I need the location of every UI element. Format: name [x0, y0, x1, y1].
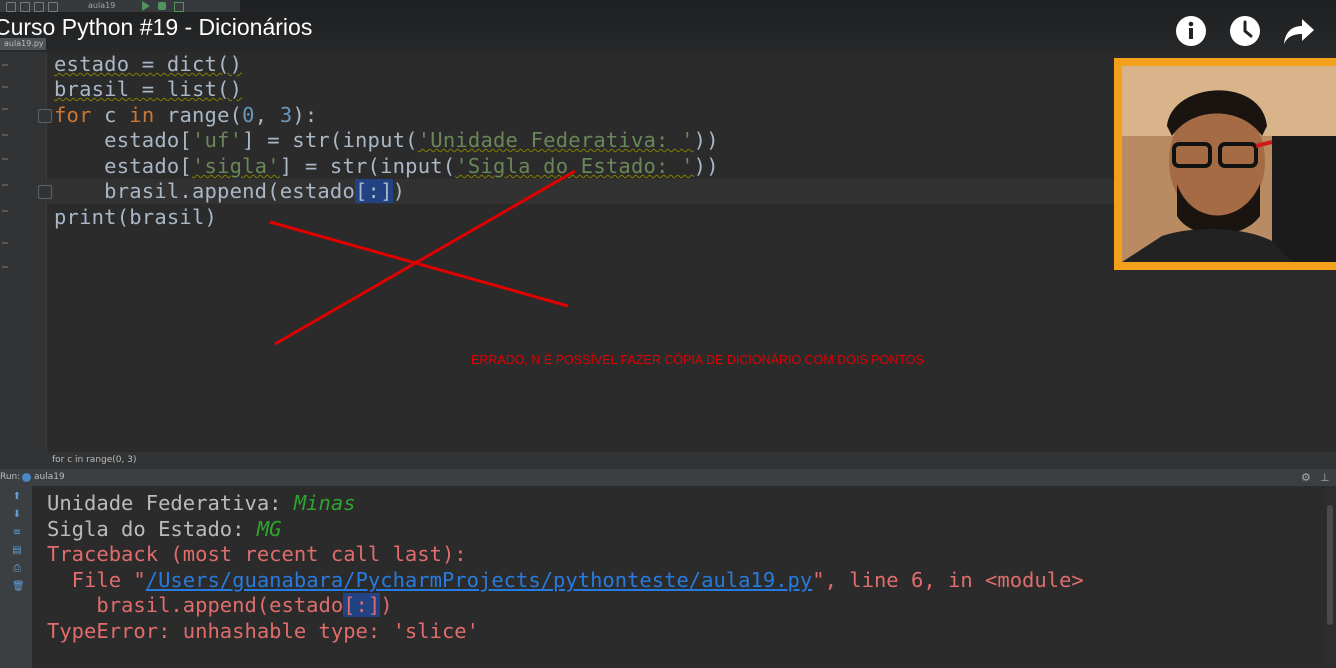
- run-label: Run:: [0, 472, 21, 482]
- run-panel-header: Run: aula19 ⚙ ⊥: [0, 468, 1336, 487]
- run-tab[interactable]: aula19: [34, 472, 65, 482]
- trash-icon[interactable]: 🗑: [12, 582, 25, 592]
- console-line: Sigla do Estado: MG: [47, 517, 282, 541]
- webcam-video: [1122, 66, 1336, 262]
- traceback-text: ): [380, 593, 393, 617]
- traceback-text: brasil.append(estado: [47, 593, 344, 617]
- user-input: MG: [256, 517, 282, 541]
- prompt-text: Sigla do Estado:: [47, 517, 257, 541]
- traceback-line: Traceback (most recent call last):: [47, 542, 467, 566]
- error-message: TypeError: unhashable type: 'slice': [47, 619, 479, 643]
- error-annotation-text: ERRADO, N É POSSÍVEL FAZER CÓPIA DE DICI…: [471, 353, 924, 367]
- prompt-text: Unidade Federativa:: [47, 491, 294, 515]
- traceback-file-line: File "/Users/guanabara/PycharmProjects/p…: [47, 568, 1084, 592]
- breadcrumb-item[interactable]: for c in range(0, 3): [52, 452, 136, 468]
- scroll-up-icon[interactable]: ⬆: [12, 492, 22, 502]
- console-scroll-thumb[interactable]: [1327, 505, 1333, 625]
- traceback-text: ", line 6, in <module>: [812, 568, 1084, 592]
- traceback-code-line: brasil.append(estado[:]): [47, 593, 393, 617]
- python-icon: [22, 473, 31, 482]
- hide-panel-icon[interactable]: ⊥: [1320, 471, 1330, 484]
- soft-wrap-icon[interactable]: ≡: [12, 528, 22, 538]
- breadcrumb: for c in range(0, 3): [0, 452, 1336, 468]
- scroll-down-icon[interactable]: ⬇: [12, 510, 22, 520]
- run-toolbar: ⬆ ⬇ ≡ ▤ ⎙ 🗑: [0, 486, 32, 668]
- print-icon[interactable]: ⎙: [12, 564, 22, 574]
- scroll-end-icon[interactable]: ▤: [12, 546, 22, 556]
- user-input: Minas: [293, 491, 356, 515]
- highlighted-slice: [:]: [343, 593, 381, 617]
- gear-icon[interactable]: ⚙: [1301, 471, 1311, 484]
- console-line: Unidade Federativa: Minas: [47, 491, 356, 515]
- traceback-text: File ": [47, 568, 146, 592]
- file-path-link[interactable]: /Users/guanabara/PycharmProjects/pythont…: [146, 568, 812, 592]
- presenter-image: [1122, 66, 1336, 262]
